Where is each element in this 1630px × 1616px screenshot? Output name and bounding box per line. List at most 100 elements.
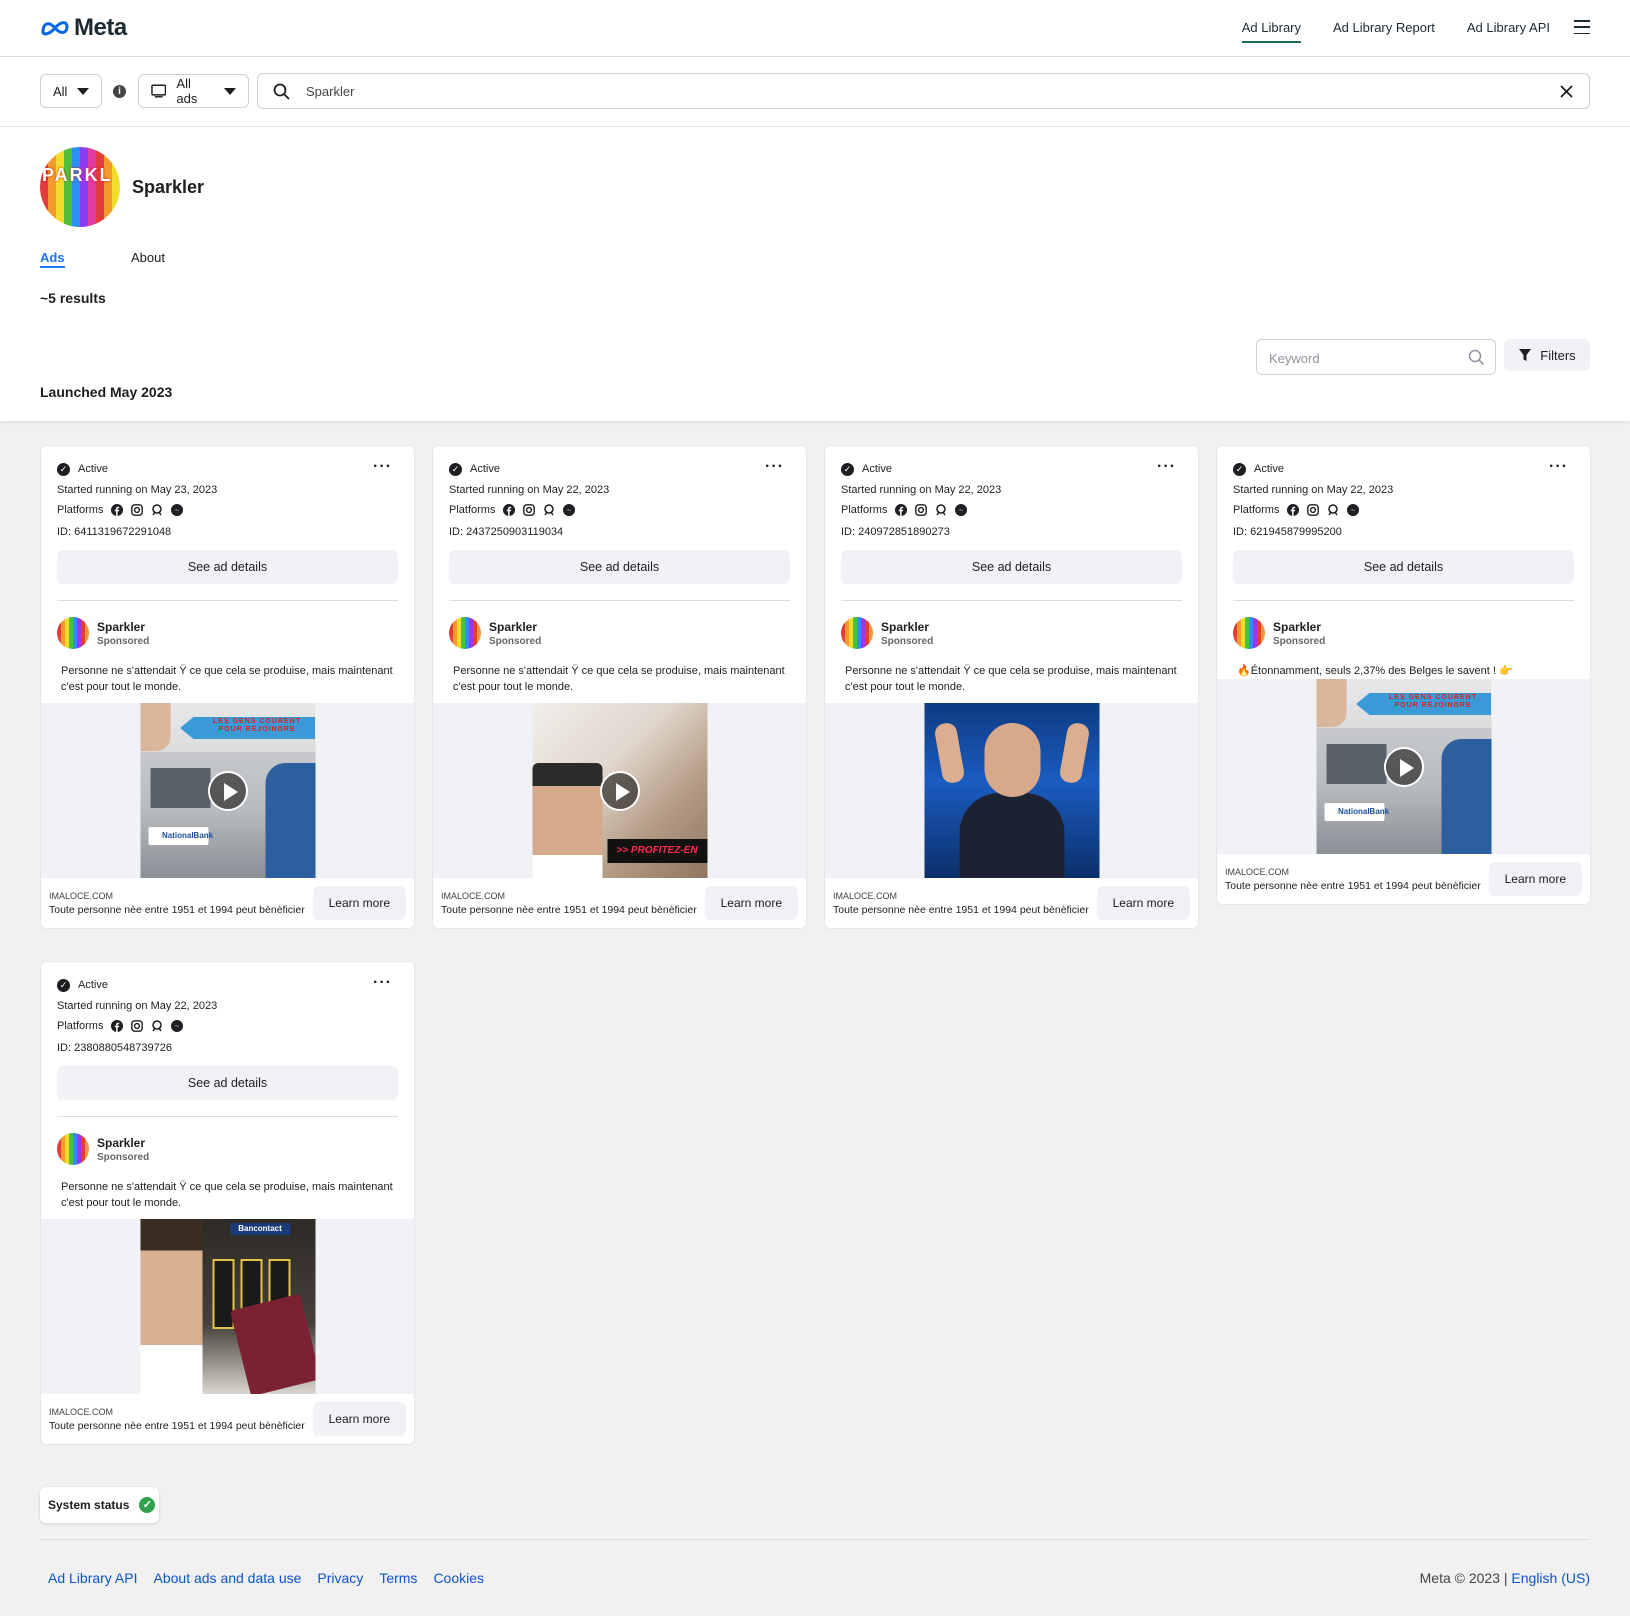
instagram-icon [131, 1020, 144, 1032]
results-count: ~5 results [40, 290, 106, 306]
advertiser-name[interactable]: Sparkler [881, 620, 933, 634]
status-badge: Active [1254, 463, 1284, 475]
status-badge: Active [78, 463, 108, 475]
see-ad-details-button[interactable]: See ad details [841, 550, 1182, 584]
play-icon[interactable] [599, 770, 640, 811]
ad-id: ID: 621945879995200 [1233, 526, 1342, 538]
facebook-icon [503, 504, 516, 516]
footer-link-cookies[interactable]: Cookies [433, 1570, 484, 1586]
platforms-label: Platforms [57, 1020, 104, 1032]
instagram-icon [1307, 504, 1320, 516]
footer-link-terms[interactable]: Terms [379, 1570, 417, 1586]
bank-logo-text: NationalBank [162, 831, 214, 840]
chevron-down-icon [77, 87, 90, 95]
system-status-button[interactable]: System status ✓ [40, 1487, 159, 1523]
status-badge: Active [862, 463, 892, 475]
play-icon[interactable] [1383, 746, 1424, 787]
filter-icon [1519, 349, 1532, 361]
footer-link-about-ads[interactable]: About ads and data use [154, 1570, 302, 1586]
footer-link-privacy[interactable]: Privacy [317, 1570, 363, 1586]
facebook-icon [111, 504, 124, 516]
start-date: Started running on May 23, 2023 [57, 484, 218, 496]
ad-media[interactable]: LES GENS COURENT POUR REJOINDRE National… [1217, 679, 1590, 854]
info-icon[interactable]: i [113, 85, 126, 98]
avatar[interactable] [57, 1133, 89, 1165]
ad-media[interactable] [825, 703, 1198, 878]
footer-links: Ad Library API About ads and data use Pr… [48, 1570, 484, 1586]
nav-ad-library-api[interactable]: Ad Library API [1467, 20, 1550, 43]
link-domain: IMALOCE.COM [49, 1406, 114, 1417]
learn-more-button[interactable]: Learn more [1488, 862, 1582, 896]
ad-media[interactable]: Bancontact [41, 1219, 414, 1394]
check-circle-icon: ✓ [139, 1497, 156, 1513]
footer-copyright: Meta © 2023 | English (US) [1420, 1570, 1590, 1586]
page-profile: PARKL Sparkler Ads About ~5 results Keyw… [0, 127, 1630, 421]
ad-media[interactable]: >> PROFITEZ-EN [433, 703, 806, 878]
avatar[interactable] [841, 617, 873, 649]
advertiser-name[interactable]: Sparkler [1273, 620, 1325, 634]
avatar[interactable] [449, 617, 481, 649]
monitor-icon [151, 84, 167, 98]
status-badge: Active [78, 979, 108, 991]
close-icon[interactable] [1560, 85, 1573, 98]
start-date: Started running on May 22, 2023 [57, 1000, 218, 1012]
ad-card: ✓ Active ··· Started running on May 22, 2… [432, 445, 807, 929]
copyright-text: Meta © 2023 | [1419, 1570, 1508, 1586]
page-avatar: PARKL [40, 147, 120, 227]
search-input[interactable]: Sparkler [257, 73, 1590, 109]
meta-infinity-icon [41, 21, 69, 36]
instagram-icon [523, 504, 536, 516]
platforms-label: Platforms [1233, 504, 1280, 516]
avatar[interactable] [1233, 617, 1265, 649]
learn-more-button[interactable]: Learn more [312, 886, 406, 920]
link-headline: Toute personne nèe entre 1951 et 1994 pe… [49, 903, 305, 916]
ad-id: ID: 2380880548739726 [57, 1042, 172, 1054]
see-ad-details-button[interactable]: See ad details [449, 550, 790, 584]
play-icon[interactable] [207, 770, 248, 811]
category-dropdown[interactable]: All [40, 74, 102, 108]
ad-image [924, 703, 1099, 878]
link-domain: IMALOCE.COM [441, 890, 506, 901]
keyword-input[interactable]: Keyword [1256, 339, 1496, 375]
see-ad-details-button[interactable]: See ad details [57, 1066, 398, 1100]
more-options-icon[interactable]: ··· [1549, 459, 1568, 475]
advertiser-name[interactable]: Sparkler [97, 1136, 149, 1150]
more-options-icon[interactable]: ··· [373, 975, 392, 991]
more-options-icon[interactable]: ··· [373, 459, 392, 475]
language-link[interactable]: English (US) [1511, 1570, 1590, 1586]
check-icon: ✓ [841, 462, 854, 476]
start-date: Started running on May 22, 2023 [1233, 484, 1394, 496]
learn-more-button[interactable]: Learn more [704, 886, 798, 920]
menu-icon[interactable] [1574, 20, 1590, 34]
avatar-text: PARKL [42, 165, 113, 185]
divider [1233, 600, 1574, 601]
learn-more-button[interactable]: Learn more [1096, 886, 1190, 920]
ad-image: Bancontact [140, 1219, 315, 1394]
advertiser-name[interactable]: Sparkler [489, 620, 541, 634]
nav-ad-library-report[interactable]: Ad Library Report [1333, 20, 1435, 43]
check-icon: ✓ [57, 978, 70, 992]
search-query: Sparkler [306, 84, 355, 99]
nav-ad-library[interactable]: Ad Library [1241, 20, 1301, 43]
advertiser-name[interactable]: Sparkler [97, 620, 149, 634]
more-options-icon[interactable]: ··· [765, 459, 784, 475]
more-options-icon[interactable]: ··· [1157, 459, 1176, 475]
ad-media[interactable]: LES GENS COURENT POUR REJOINDRE National… [41, 703, 414, 878]
tab-ads[interactable]: Ads [40, 250, 65, 268]
ad-card: ✓ Active ··· Started running on May 22, 2… [824, 445, 1199, 929]
facebook-icon [111, 1020, 124, 1032]
search-icon [1468, 349, 1485, 366]
see-ad-details-button[interactable]: See ad details [1233, 550, 1574, 584]
see-ad-details-button[interactable]: See ad details [57, 550, 398, 584]
tab-about[interactable]: About [131, 250, 165, 265]
divider [841, 600, 1182, 601]
avatar[interactable] [57, 617, 89, 649]
learn-more-button[interactable]: Learn more [312, 1402, 406, 1436]
filters-button[interactable]: Filters [1504, 339, 1590, 371]
meta-logo[interactable]: Meta [40, 14, 127, 42]
ad-id: ID: 6411319672291048 [57, 526, 172, 538]
check-icon: ✓ [1233, 462, 1246, 476]
ad-type-dropdown[interactable]: All ads [138, 74, 249, 108]
footer-divider [40, 1539, 1590, 1540]
footer-link-ad-library-api[interactable]: Ad Library API [48, 1570, 138, 1586]
